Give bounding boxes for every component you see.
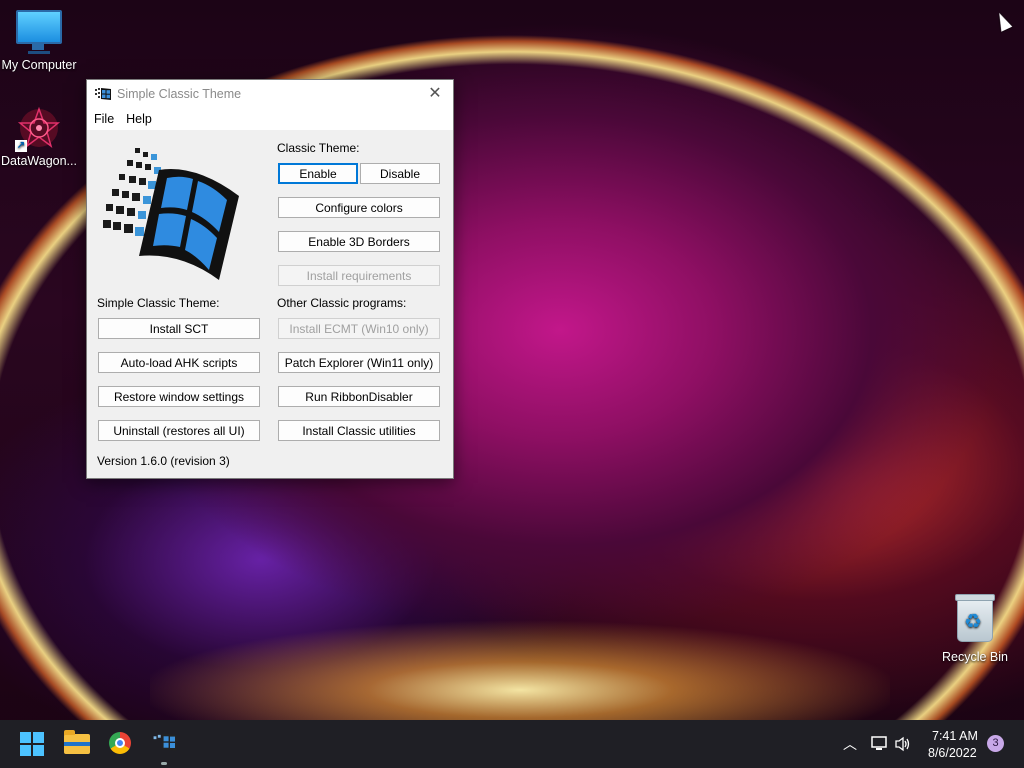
install-sct-button[interactable]: Install SCT (98, 318, 260, 339)
autoload-ahk-button[interactable]: Auto-load AHK scripts (98, 352, 260, 373)
window-title: Simple Classic Theme (117, 87, 242, 101)
other-programs-label: Other Classic programs: (277, 296, 407, 310)
mouse-cursor-icon (993, 10, 1013, 32)
title-bar[interactable]: Simple Classic Theme ✕ (87, 80, 453, 108)
shortcut-arrow-icon: ↗ (15, 140, 27, 152)
desktop-icon-label: Recycle Bin (942, 650, 1008, 664)
running-indicator (161, 762, 167, 765)
clock-date[interactable]: 8/6/2022 (928, 746, 977, 760)
datawagon-icon: ↗ (15, 106, 61, 152)
network-icon[interactable] (870, 736, 888, 752)
menu-help[interactable]: Help (126, 112, 152, 126)
start-icon[interactable] (20, 732, 44, 756)
volume-icon[interactable] (894, 736, 912, 752)
app-icon (95, 88, 111, 100)
disable-button[interactable]: Disable (360, 163, 440, 184)
desktop-icon-datawagon[interactable]: ↗ DataWagon... (0, 106, 81, 168)
simple-classic-theme-window: Simple Classic Theme ✕ File Help Classic… (86, 79, 454, 479)
sct-section-label: Simple Classic Theme: (97, 296, 220, 310)
version-text: Version 1.6.0 (revision 3) (97, 454, 230, 468)
desktop-icon-label: DataWagon... (1, 154, 77, 168)
menu-file[interactable]: File (94, 112, 114, 126)
monitor-icon (16, 10, 62, 50)
run-ribbondisabler-button[interactable]: Run RibbonDisabler (278, 386, 440, 407)
uninstall-button[interactable]: Uninstall (restores all UI) (98, 420, 260, 441)
configure-colors-button[interactable]: Configure colors (278, 197, 440, 218)
simple-classic-theme-icon[interactable] (153, 732, 177, 756)
install-classic-utilities-button[interactable]: Install Classic utilities (278, 420, 440, 441)
close-icon[interactable]: ✕ (425, 84, 445, 104)
restore-window-settings-button[interactable]: Restore window settings (98, 386, 260, 407)
taskbar: ︿ 7:41 AM 8/6/2022 (0, 720, 1024, 768)
clock-time[interactable]: 7:41 AM (932, 729, 978, 743)
wallpaper-glow (150, 600, 890, 720)
enable-3d-borders-button[interactable]: Enable 3D Borders (278, 231, 440, 252)
install-requirements-button[interactable]: Install requirements (278, 265, 440, 286)
file-explorer-icon[interactable] (64, 730, 90, 756)
menu-bar: File Help (87, 108, 453, 131)
desktop-icon-recycle-bin[interactable]: ♻ Recycle Bin (933, 594, 1017, 664)
classic-theme-label: Classic Theme: (277, 141, 360, 155)
chrome-icon[interactable] (109, 732, 133, 756)
install-ecmt-button[interactable]: Install ECMT (Win10 only) (278, 318, 440, 339)
windows-classic-logo (103, 148, 239, 280)
chevron-up-icon[interactable]: ︿ (843, 734, 857, 754)
recycle-bin-icon: ♻ (955, 594, 995, 642)
desktop-icon-label: My Computer (1, 58, 77, 72)
enable-button[interactable]: Enable (278, 163, 358, 184)
notification-badge[interactable]: 3 (987, 735, 1004, 752)
desktop-icon-my-computer[interactable]: My Computer (0, 10, 81, 72)
patch-explorer-button[interactable]: Patch Explorer (Win11 only) (278, 352, 440, 373)
